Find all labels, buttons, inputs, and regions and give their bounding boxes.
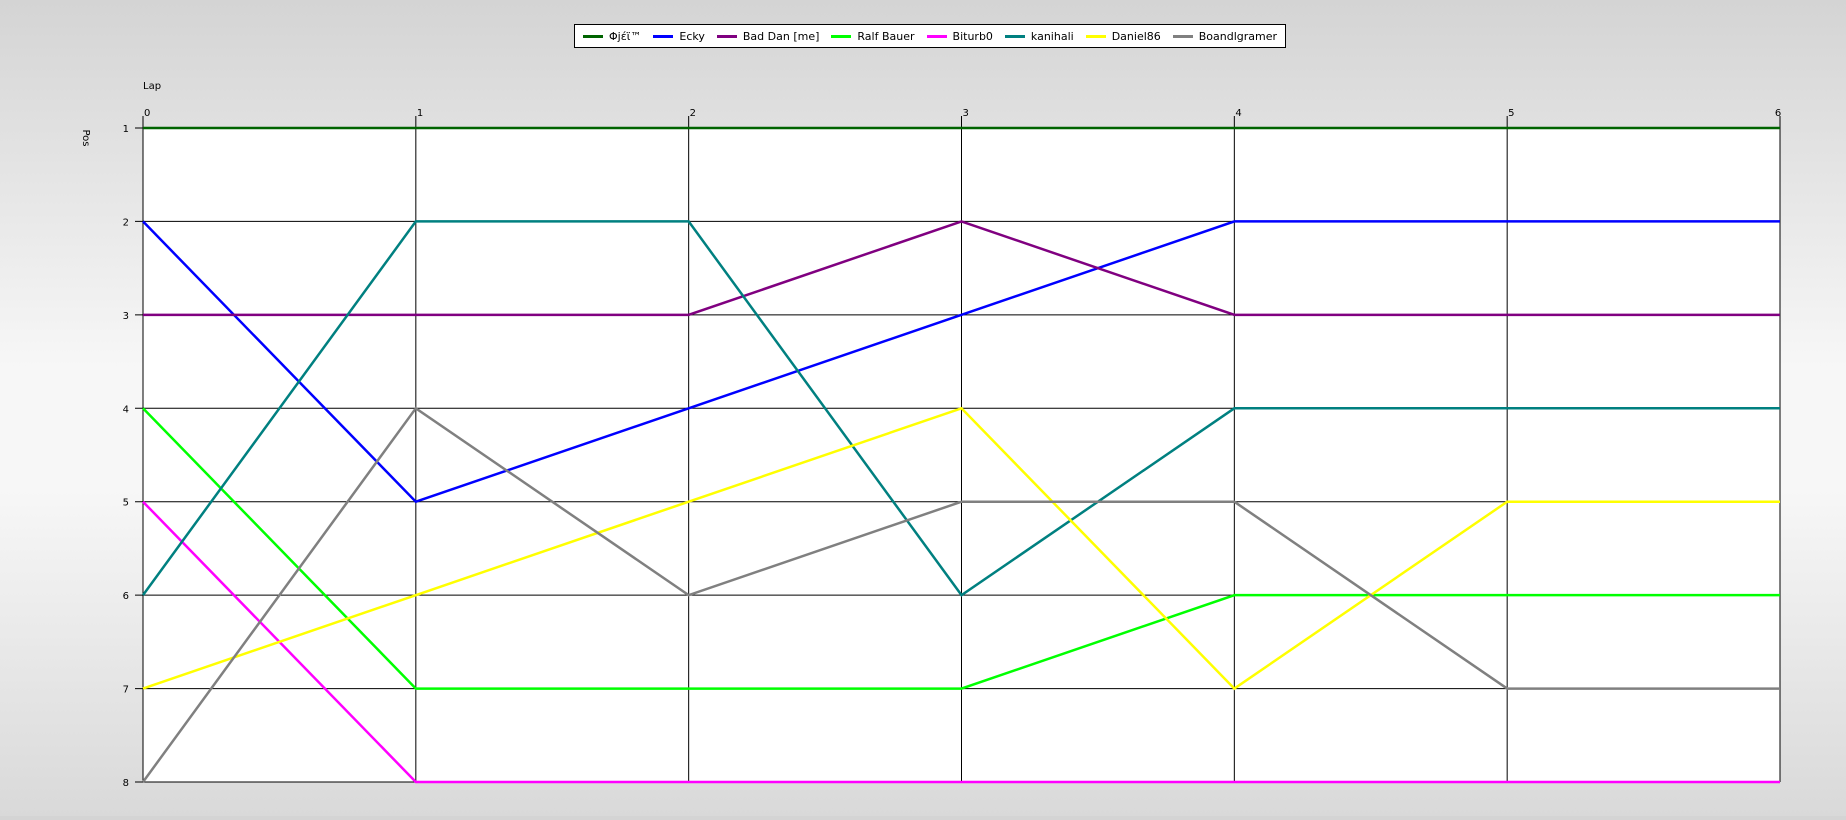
legend-item: Ecky bbox=[653, 30, 705, 43]
legend-label: Φjέϊ™ bbox=[609, 29, 642, 43]
plot-area: 0 1 2 3 4 5 6 1 2 3 4 5 6 7 8 Lap Pos bbox=[80, 81, 1781, 789]
legend-item: Bad Dan [me] bbox=[716, 29, 820, 43]
legend-label: Boandlgramer bbox=[1198, 29, 1278, 43]
legend-label: kanihali bbox=[1030, 29, 1074, 43]
x-tick-label: 5 bbox=[1508, 108, 1514, 119]
x-axis-label: Lap bbox=[143, 81, 161, 92]
legend: Φjέϊ™ Ecky Bad Dan [me] Ralf Bauer Biturb0 ka… bbox=[574, 24, 1287, 48]
y-tick-label: 5 bbox=[123, 498, 129, 509]
x-tick-label: 4 bbox=[1235, 108, 1241, 119]
y-tick-label: 4 bbox=[123, 404, 129, 415]
legend-item: kanihali bbox=[1004, 29, 1074, 43]
legend-item: Biturb0 bbox=[926, 29, 993, 43]
x-tick-label: 1 bbox=[417, 108, 423, 119]
legend-swatch bbox=[831, 34, 852, 38]
legend-swatch bbox=[1172, 34, 1193, 38]
race-position-chart: Φjέϊ™ Ecky Bad Dan [me] Ralf Bauer Biturb0 ka… bbox=[0, 0, 1846, 816]
legend-swatch bbox=[926, 34, 947, 38]
legend-swatch bbox=[1085, 34, 1106, 38]
legend-label: Bad Dan [me] bbox=[742, 29, 820, 43]
legend-item: Boandlgramer bbox=[1172, 29, 1278, 43]
x-tick-label: 0 bbox=[144, 108, 150, 119]
legend-label: Ralf Bauer bbox=[857, 29, 915, 43]
y-tick-label: 2 bbox=[123, 217, 129, 228]
legend-item: Φjέϊ™ bbox=[583, 30, 641, 43]
y-tick-label: 6 bbox=[123, 591, 129, 602]
y-tick-label: 7 bbox=[123, 685, 129, 696]
legend-label: Daniel86 bbox=[1111, 29, 1161, 43]
x-tick-label: 6 bbox=[1775, 108, 1781, 119]
y-tick-label: 8 bbox=[123, 778, 129, 789]
x-tick-label: 3 bbox=[963, 108, 969, 119]
y-tick-label: 1 bbox=[123, 124, 129, 135]
legend-swatch bbox=[583, 34, 603, 38]
y-axis-label: Pos bbox=[80, 129, 91, 146]
legend-label: Biturb0 bbox=[952, 29, 993, 43]
legend-item: Daniel86 bbox=[1085, 29, 1161, 43]
legend-swatch bbox=[1004, 34, 1025, 38]
legend-label: Ecky bbox=[679, 29, 705, 43]
legend-swatch bbox=[716, 34, 737, 38]
y-tick-label: 3 bbox=[123, 311, 129, 322]
legend-item: Ralf Bauer bbox=[831, 29, 915, 43]
x-tick-label: 2 bbox=[690, 108, 696, 119]
legend-swatch bbox=[653, 34, 674, 38]
